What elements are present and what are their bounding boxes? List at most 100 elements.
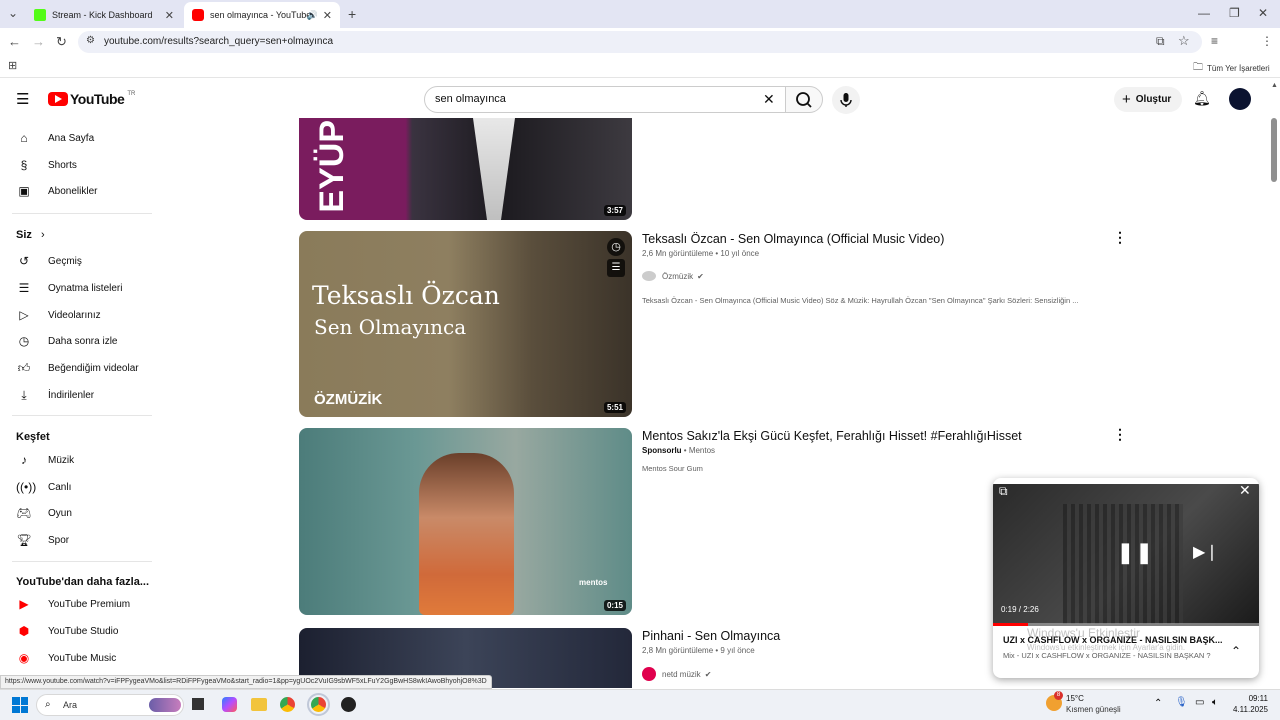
tab-search-icon[interactable]: ⌄	[8, 6, 18, 20]
weather-icon[interactable]: 8	[1046, 691, 1063, 711]
channel-name[interactable]: Özmüzik	[662, 272, 693, 281]
guide-menu-icon[interactable]: ☰	[16, 90, 29, 108]
video-thumbnail[interactable]: Teksaslı Özcan Sen Olmayınca ÖZMÜZİK ◷ ☰…	[299, 231, 632, 417]
site-info-icon[interactable]: ⚙	[86, 35, 95, 46]
obs-icon[interactable]	[341, 697, 356, 712]
apps-grid-icon[interactable]: ⊞	[8, 59, 17, 72]
all-bookmarks[interactable]: 🗀 Tüm Yer İşaretleri	[1193, 60, 1270, 77]
close-tab-icon[interactable]: ✕	[165, 9, 174, 22]
voice-search-button[interactable]	[832, 86, 860, 114]
forward-icon[interactable]: →	[32, 34, 45, 49]
task-view-icon[interactable]	[192, 698, 204, 710]
back-icon[interactable]: ←	[8, 34, 21, 49]
ad-title[interactable]: Mentos Sakız'la Ekşi Gücü Keşfet, Ferahl…	[642, 429, 1022, 443]
more-actions-icon[interactable]: ⋮	[1113, 229, 1127, 246]
sidebar-item-gaming[interactable]: 🎮︎ Oyun	[16, 503, 72, 523]
sidebar-item-music[interactable]: ♪ Müzik	[16, 450, 74, 470]
copilot-icon[interactable]	[222, 697, 237, 712]
pause-icon[interactable]: ❚❚	[1117, 540, 1155, 565]
media-controls-icon[interactable]: ≡	[1211, 34, 1218, 48]
sidebar-item-yt-studio[interactable]: ⬢ YouTube Studio	[16, 621, 119, 641]
page-scrollbar-thumb[interactable]	[1271, 118, 1277, 182]
url-text[interactable]: youtube.com/results?search_query=sen+olm…	[104, 36, 333, 47]
scroll-up-arrow-icon[interactable]: ▲	[1271, 82, 1278, 89]
yt-premium-icon: ▶	[19, 597, 29, 611]
next-track-icon[interactable]: ▶❘	[1193, 542, 1219, 562]
chrome-icon[interactable]	[280, 697, 295, 712]
video-title[interactable]: Pinhani - Sen Olmayınca	[642, 629, 780, 643]
close-miniplayer-icon[interactable]: ✕	[1239, 482, 1251, 499]
channel-row[interactable]: netd müzik ✔	[642, 667, 711, 681]
chevron-up-icon[interactable]: ⌃	[1231, 644, 1241, 658]
ad-thumbnail[interactable]: mentos 0:15	[299, 428, 632, 615]
sidebar-item-yt-premium[interactable]: ▶ YouTube Premium	[16, 594, 130, 614]
sidebar-item-sports[interactable]: 🏆︎ Spor	[16, 530, 69, 550]
thumbnail-brand-text: mentos	[579, 578, 608, 587]
folder-icon: 🗀	[1193, 62, 1203, 73]
tab-youtube[interactable]: sen olmayınca - YouTube 🔊 ✕	[184, 2, 340, 28]
windows-start-icon[interactable]	[12, 697, 28, 713]
search-button[interactable]	[785, 86, 823, 113]
verified-icon: ✔	[704, 669, 712, 679]
sidebar-item-shorts[interactable]: § Shorts	[16, 155, 77, 175]
downloads-icon: ⤓	[21, 387, 27, 402]
sidebar-item-live[interactable]: ((•)) Canlı	[16, 477, 71, 497]
sidebar-item-history[interactable]: ↺ Geçmiş	[16, 251, 82, 271]
close-tab-icon[interactable]: ✕	[323, 9, 332, 22]
display-icon[interactable]: ▭	[1195, 697, 1204, 708]
channel-avatar[interactable]	[642, 667, 656, 681]
sidebar-item-yt-music[interactable]: ◉ YouTube Music	[16, 648, 116, 668]
duration-badge: 3:57	[603, 205, 626, 216]
sidebar-item-label: Geçmiş	[48, 255, 82, 267]
sidebar-item-label: Spor	[48, 534, 70, 546]
sidebar-item-your-videos[interactable]: ▷ Videolarınız	[16, 305, 100, 325]
bookmark-star-icon[interactable]: ☆	[1178, 33, 1190, 49]
file-explorer-icon[interactable]	[251, 698, 267, 711]
sidebar-item-label: Shorts	[48, 159, 77, 171]
region-code: TR	[127, 91, 136, 97]
clock-date[interactable]: 4.11.2025	[1230, 705, 1268, 714]
taskbar-search-box[interactable]: ⌕ Ara	[36, 694, 184, 716]
reload-icon[interactable]: ↻	[56, 34, 67, 50]
sidebar-you-heading[interactable]: Siz ›	[16, 229, 45, 241]
you-heading-text: Siz	[16, 229, 32, 241]
microphone-tray-icon[interactable]: 🎙︎	[1175, 697, 1188, 708]
minimize-icon[interactable]: —	[1198, 6, 1210, 20]
tab-title: sen olmayınca - YouTube	[210, 10, 312, 20]
channel-row[interactable]: Özmüzik ✔	[642, 271, 704, 281]
menu-icon[interactable]: ⋮	[1261, 34, 1273, 48]
search-input[interactable]: sen olmayınca ✕	[424, 86, 786, 113]
create-button[interactable]: + Oluştur	[1114, 87, 1182, 112]
volume-icon[interactable]: 🔈︎	[1212, 697, 1218, 708]
video-thumbnail[interactable]: EYÜP 3:57	[299, 118, 632, 220]
youtube-logo[interactable]: YouTube TR	[48, 91, 135, 107]
sidebar-item-playlists[interactable]: ☰ Oynatma listeleri	[16, 278, 123, 298]
tab-kick-dashboard[interactable]: Stream - Kick Dashboard ✕	[26, 2, 182, 28]
sidebar-item-home[interactable]: ⌂ Ana Sayfa	[16, 128, 94, 148]
maximize-icon[interactable]: ❐	[1229, 6, 1240, 20]
miniplayer[interactable]: ⧉ ✕ ❚❚ ▶❘ 0:19 / 2:26 UZI x CASHFLOW x O…	[993, 478, 1259, 678]
sidebar-item-watch-later[interactable]: ◷ Daha sonra izle	[16, 331, 118, 351]
show-hidden-icons-icon[interactable]: ⌃	[1154, 698, 1162, 709]
channel-avatar[interactable]	[642, 271, 656, 281]
speaker-icon[interactable]: 🔊	[307, 10, 318, 21]
sidebar-item-downloads[interactable]: ⤓ İndirilenler	[16, 385, 94, 405]
account-avatar[interactable]	[1229, 88, 1251, 110]
clock-time[interactable]: 09:11	[1232, 694, 1268, 703]
watch-later-icon[interactable]: ◷	[607, 238, 625, 256]
chrome-active-icon[interactable]	[307, 693, 330, 716]
video-title[interactable]: Teksaslı Özcan - Sen Olmayınca (Official…	[642, 232, 944, 246]
advertiser-name[interactable]: • Mentos	[684, 446, 715, 455]
install-app-icon[interactable]: ⧉	[1156, 34, 1165, 49]
sidebar-item-subscriptions[interactable]: ▣ Abonelikler	[16, 181, 97, 201]
more-actions-icon[interactable]: ⋮	[1113, 426, 1127, 443]
channel-name[interactable]: netd müzik	[662, 670, 701, 679]
expand-miniplayer-icon[interactable]: ⧉	[999, 484, 1008, 499]
sidebar-item-liked-videos[interactable]: 👍︎ Beğendiğim videolar	[16, 358, 139, 378]
close-window-icon[interactable]: ✕	[1258, 6, 1268, 20]
notifications-bell-icon[interactable]: 🔔︎	[1193, 90, 1211, 107]
new-tab-icon[interactable]: +	[348, 6, 356, 22]
clear-search-icon[interactable]: ✕	[763, 91, 775, 108]
add-to-queue-icon[interactable]: ☰	[607, 259, 625, 277]
duration-badge: 5:51	[603, 402, 626, 413]
